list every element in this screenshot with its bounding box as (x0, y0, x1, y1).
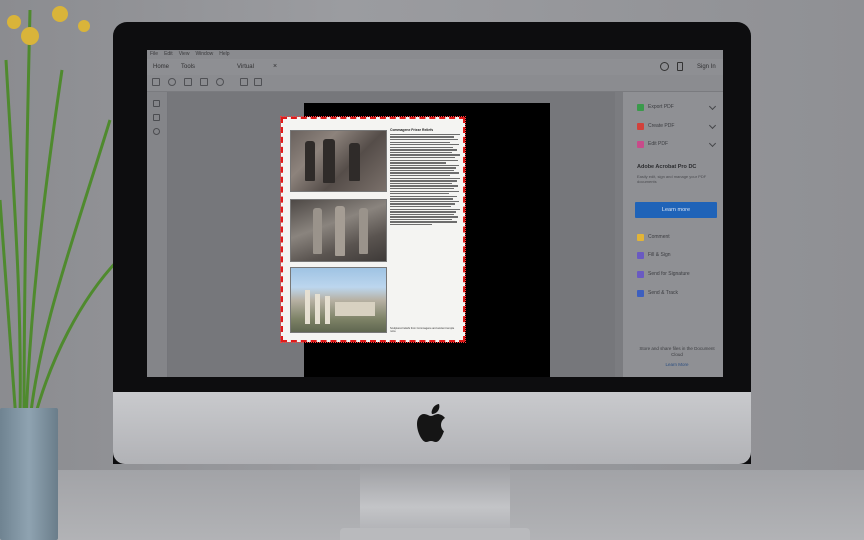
highlighted-pdf-page[interactable]: Commagene Frieze Reliefs Sculptured reli… (280, 116, 466, 343)
learn-more-button[interactable]: Learn more (635, 202, 717, 218)
comment-icon (637, 233, 644, 241)
export-pdf-label: Export PDF (648, 104, 674, 110)
relief-figure (305, 141, 315, 181)
ruin-column (315, 294, 320, 324)
attachment-icon[interactable] (153, 128, 160, 135)
plant-pot (0, 408, 58, 540)
top-toolbar: Home Tools Virtual × Sign In (147, 59, 723, 76)
page-down-icon[interactable] (254, 78, 262, 86)
chevron-down-icon[interactable] (708, 121, 717, 130)
upload-icon[interactable] (168, 78, 176, 86)
relief-figure (313, 208, 322, 254)
edit-pdf-label: Edit PDF (648, 141, 669, 147)
send-signature-icon (637, 270, 644, 278)
mobile-icon[interactable] (677, 62, 683, 71)
ruin-wall (335, 302, 375, 316)
menu-file[interactable]: File (150, 50, 158, 59)
sign-in-button[interactable]: Sign In (697, 59, 716, 75)
article-text: Commagene Frieze Reliefs (390, 128, 460, 227)
fill-sign-icon (637, 251, 644, 259)
navigation-pane (147, 92, 168, 377)
chevron-down-icon[interactable] (708, 139, 717, 148)
figure-caption: Sculptured reliefs from Commagene and an… (390, 327, 455, 333)
create-pdf-icon (637, 122, 644, 130)
send-signature-label: Send for Signature (648, 271, 690, 277)
relief-figure (359, 208, 368, 254)
send-signature-tool[interactable]: Send for Signature (637, 269, 690, 279)
tab-home[interactable]: Home (153, 59, 169, 75)
relief-figure (335, 206, 345, 256)
tools-pane: Export PDF Create PDF Edit PDF Adobe Acr… (623, 92, 723, 377)
relief-figure (323, 139, 335, 183)
page-up-icon[interactable] (240, 78, 248, 86)
ruin-column (325, 296, 330, 324)
learn-more-link[interactable]: Learn More (637, 362, 717, 367)
export-pdf-item[interactable]: Export PDF (637, 102, 674, 112)
fill-sign-tool[interactable]: Fill & Sign (637, 250, 671, 260)
comment-tool[interactable]: Comment (637, 232, 670, 242)
tab-tools[interactable]: Tools (181, 59, 195, 75)
export-pdf-icon (637, 103, 644, 111)
search-icon[interactable] (216, 78, 224, 86)
menu-bar: File Edit View Window Help (147, 50, 723, 59)
article-heading: Commagene Frieze Reliefs (390, 128, 434, 132)
comment-label: Comment (648, 234, 670, 240)
ruins-photo (290, 267, 387, 333)
create-pdf-item[interactable]: Create PDF (637, 121, 674, 131)
close-tab-icon[interactable]: × (273, 59, 277, 75)
apple-logo-icon (417, 404, 445, 442)
menu-edit[interactable]: Edit (164, 50, 173, 59)
relief-photo-1 (290, 130, 387, 192)
menu-help[interactable]: Help (219, 50, 229, 59)
send-track-icon (637, 289, 644, 297)
document-toolbar (147, 75, 723, 92)
document-cloud-text: Store and share files in the Document Cl… (639, 346, 715, 357)
monitor-stand-base (340, 528, 530, 540)
bookmark-icon[interactable] (153, 114, 160, 121)
menu-view[interactable]: View (179, 50, 190, 59)
help-icon[interactable] (660, 62, 669, 71)
chevron-down-icon[interactable] (708, 102, 717, 111)
ruin-column (305, 290, 310, 324)
promo-text: Easily edit, sign and manage your PDF do… (637, 174, 707, 184)
plant-decoration (0, 6, 120, 420)
create-pdf-label: Create PDF (648, 123, 675, 129)
promo-title: Adobe Acrobat Pro DC (637, 164, 697, 170)
send-track-tool[interactable]: Send & Track (637, 288, 678, 298)
relief-photo-2 (290, 199, 387, 262)
email-icon[interactable] (200, 78, 208, 86)
print-icon[interactable] (184, 78, 192, 86)
relief-figure (349, 143, 360, 181)
monitor-stand (360, 464, 510, 536)
tab-document[interactable]: Virtual (237, 59, 254, 75)
menu-window[interactable]: Window (195, 50, 213, 59)
edit-pdf-item[interactable]: Edit PDF (637, 139, 668, 149)
edit-pdf-icon (637, 140, 644, 148)
send-track-label: Send & Track (648, 290, 679, 296)
fill-sign-label: Fill & Sign (648, 252, 671, 258)
page-thumbnails-icon[interactable] (153, 100, 160, 107)
save-icon[interactable] (152, 78, 160, 86)
